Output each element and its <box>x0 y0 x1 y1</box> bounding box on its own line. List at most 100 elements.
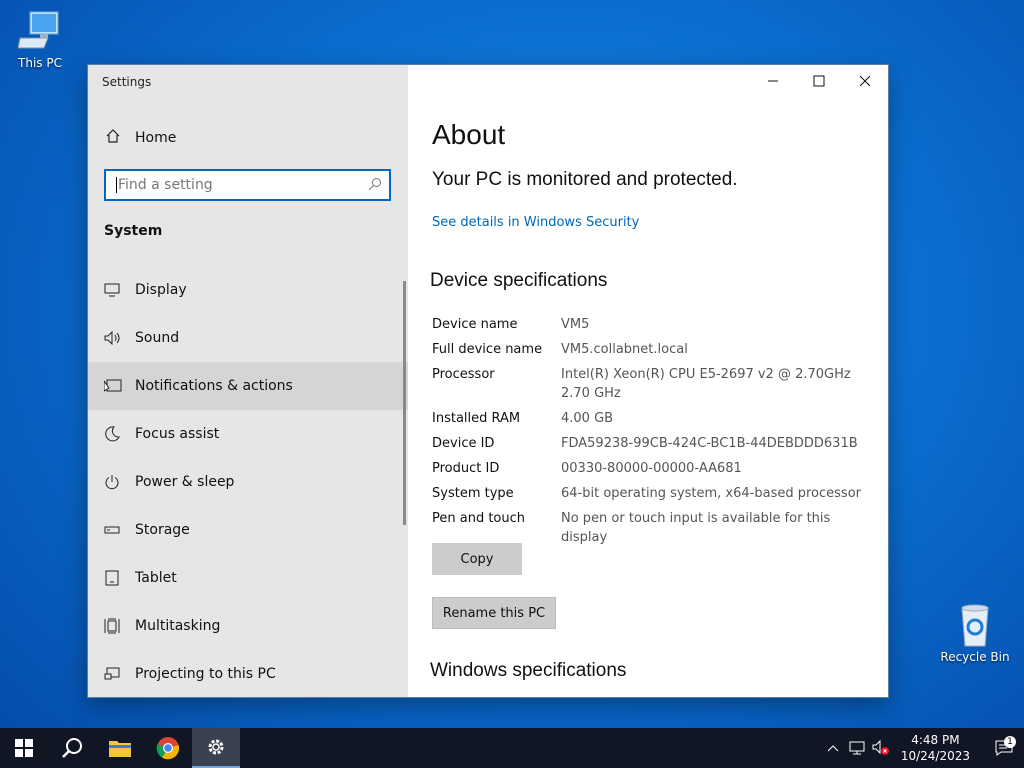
spec-key: Product ID <box>432 461 500 476</box>
file-explorer-button[interactable] <box>96 728 144 768</box>
action-center-button[interactable]: 1 <box>984 736 1024 756</box>
volume-muted-icon <box>872 740 889 755</box>
sidebar-item-label: Projecting to this PC <box>135 666 276 682</box>
spec-row: System type 64-bit operating system, x64… <box>432 484 882 503</box>
spec-key: Device ID <box>432 436 495 451</box>
spec-value: 4.00 GB <box>561 411 614 426</box>
computer-icon <box>18 11 59 49</box>
sidebar-scrollbar[interactable] <box>403 281 406 525</box>
sidebar-item-label: Sound <box>135 330 180 346</box>
sidebar-item-label: Notifications & actions <box>135 378 293 394</box>
rename-pc-button[interactable]: Rename this PC <box>432 597 556 629</box>
notification-icon <box>104 379 135 393</box>
chrome-icon <box>156 737 180 760</box>
sidebar-item-label: Multitasking <box>135 618 221 634</box>
desktop-icon-this-pc[interactable]: This PC <box>0 8 80 70</box>
spec-value: VM5.collabnet.local <box>561 342 688 357</box>
search-input[interactable]: Find a setting <box>104 169 391 201</box>
storage-icon <box>104 525 135 535</box>
gear-icon <box>208 739 224 755</box>
projecting-icon <box>104 667 135 681</box>
spec-key: Installed RAM <box>432 411 521 426</box>
spec-row: Device ID FDA59238-99CB-424C-BC1B-44DEBD… <box>432 434 882 453</box>
show-hidden-icons-button[interactable] <box>821 744 845 752</box>
search-placeholder: Find a setting <box>118 177 213 193</box>
device-specs-table: Device name VM5 Full device name VM5.col… <box>432 315 882 553</box>
tablet-icon <box>104 570 135 586</box>
spec-value: 00330-80000-00000-AA681 <box>561 461 742 476</box>
search-button[interactable] <box>48 728 96 768</box>
sidebar-item-label: Focus assist <box>135 426 220 442</box>
sidebar-item-tablet[interactable]: Tablet <box>88 554 408 602</box>
sidebar-item-focus-assist[interactable]: Focus assist <box>88 410 408 458</box>
spec-value: No pen or touch input is available for t… <box>561 511 831 545</box>
sidebar-item-label: Home <box>135 130 177 146</box>
sidebar-item-sound[interactable]: Sound <box>88 314 408 362</box>
settings-window: Settings Home Find a setting System Disp… <box>88 65 888 697</box>
sidebar-item-home[interactable]: Home <box>88 121 408 155</box>
search-icon <box>368 177 382 195</box>
moon-icon <box>104 426 135 442</box>
spec-value: FDA59238-99CB-424C-BC1B-44DEBDDD631B <box>561 436 858 451</box>
about-page: About Your PC is monitored and protected… <box>408 65 888 697</box>
network-icon <box>849 741 865 755</box>
start-button[interactable] <box>0 728 48 768</box>
spec-row: Pen and touch No pen or touch input is a… <box>432 509 882 547</box>
volume-button[interactable] <box>869 740 893 756</box>
windows-specs-heading: Windows specifications <box>430 660 627 681</box>
protection-status: Your PC is monitored and protected. <box>432 169 738 190</box>
desktop-icon-label: Recycle Bin <box>940 650 1010 664</box>
device-specs-heading: Device specifications <box>430 270 608 291</box>
spec-key: Full device name <box>432 342 543 357</box>
sidebar-item-notifications[interactable]: Notifications & actions <box>88 362 408 410</box>
clock-time: 4:48 PM <box>911 733 960 747</box>
taskbar-clock[interactable]: 4:48 PM 10/24/2023 <box>901 732 970 764</box>
text-caret <box>116 177 117 193</box>
notification-badge: 1 <box>1004 736 1016 748</box>
spec-row: Product ID 00330-80000-00000-AA681 <box>432 459 882 478</box>
folder-icon <box>109 741 131 757</box>
home-icon <box>105 128 135 148</box>
speaker-icon <box>104 331 135 345</box>
sidebar-item-label: Storage <box>135 522 190 538</box>
search-icon <box>62 738 82 758</box>
spec-row: Device name VM5 <box>432 315 882 334</box>
sidebar: Settings Home Find a setting System Disp… <box>88 65 408 697</box>
windows-logo-icon <box>15 739 33 757</box>
spec-value: VM5 <box>561 317 590 332</box>
sidebar-nav: Display Sound Notifications & actions Fo… <box>88 266 408 697</box>
network-button[interactable] <box>845 741 869 755</box>
chevron-up-icon <box>827 745 839 752</box>
sidebar-item-projecting[interactable]: Projecting to this PC <box>88 650 408 697</box>
sidebar-item-label: Tablet <box>135 570 177 586</box>
spec-key: System type <box>432 486 514 501</box>
chrome-button[interactable] <box>144 728 192 768</box>
recycle-bin-icon <box>961 604 989 647</box>
sidebar-item-power-sleep[interactable]: Power & sleep <box>88 458 408 506</box>
sidebar-item-storage[interactable]: Storage <box>88 506 408 554</box>
desktop-icon-recycle-bin[interactable]: Recycle Bin <box>935 602 1015 664</box>
copy-button[interactable]: Copy <box>432 543 522 575</box>
desktop-icon-label: This PC <box>18 56 62 70</box>
spec-key: Pen and touch <box>432 511 526 526</box>
windows-security-link[interactable]: See details in Windows Security <box>432 215 639 230</box>
sidebar-item-label: Power & sleep <box>135 474 235 490</box>
clock-date: 10/24/2023 <box>900 749 970 763</box>
page-title: About <box>432 119 506 150</box>
spec-key: Device name <box>432 317 518 332</box>
sidebar-item-multitasking[interactable]: Multitasking <box>88 602 408 650</box>
monitor-icon <box>104 283 135 297</box>
power-icon <box>104 474 135 490</box>
system-tray: 4:48 PM 10/24/2023 1 <box>821 728 1024 768</box>
spec-value: 64-bit operating system, x64-based proce… <box>561 486 861 501</box>
sidebar-item-label: Display <box>135 282 187 298</box>
spec-row: Processor Intel(R) Xeon(R) CPU E5-2697 v… <box>432 365 882 403</box>
taskbar: 4:48 PM 10/24/2023 1 <box>0 728 1024 768</box>
spec-key: Processor <box>432 367 495 382</box>
spec-row: Installed RAM 4.00 GB <box>432 409 882 428</box>
sidebar-item-display[interactable]: Display <box>88 266 408 314</box>
settings-taskbar-button[interactable] <box>192 728 240 768</box>
spec-row: Full device name VM5.collabnet.local <box>432 340 882 359</box>
multitasking-icon <box>104 618 135 634</box>
spec-value: Intel(R) Xeon(R) CPU E5-2697 v2 @ 2.70GH… <box>561 367 851 401</box>
